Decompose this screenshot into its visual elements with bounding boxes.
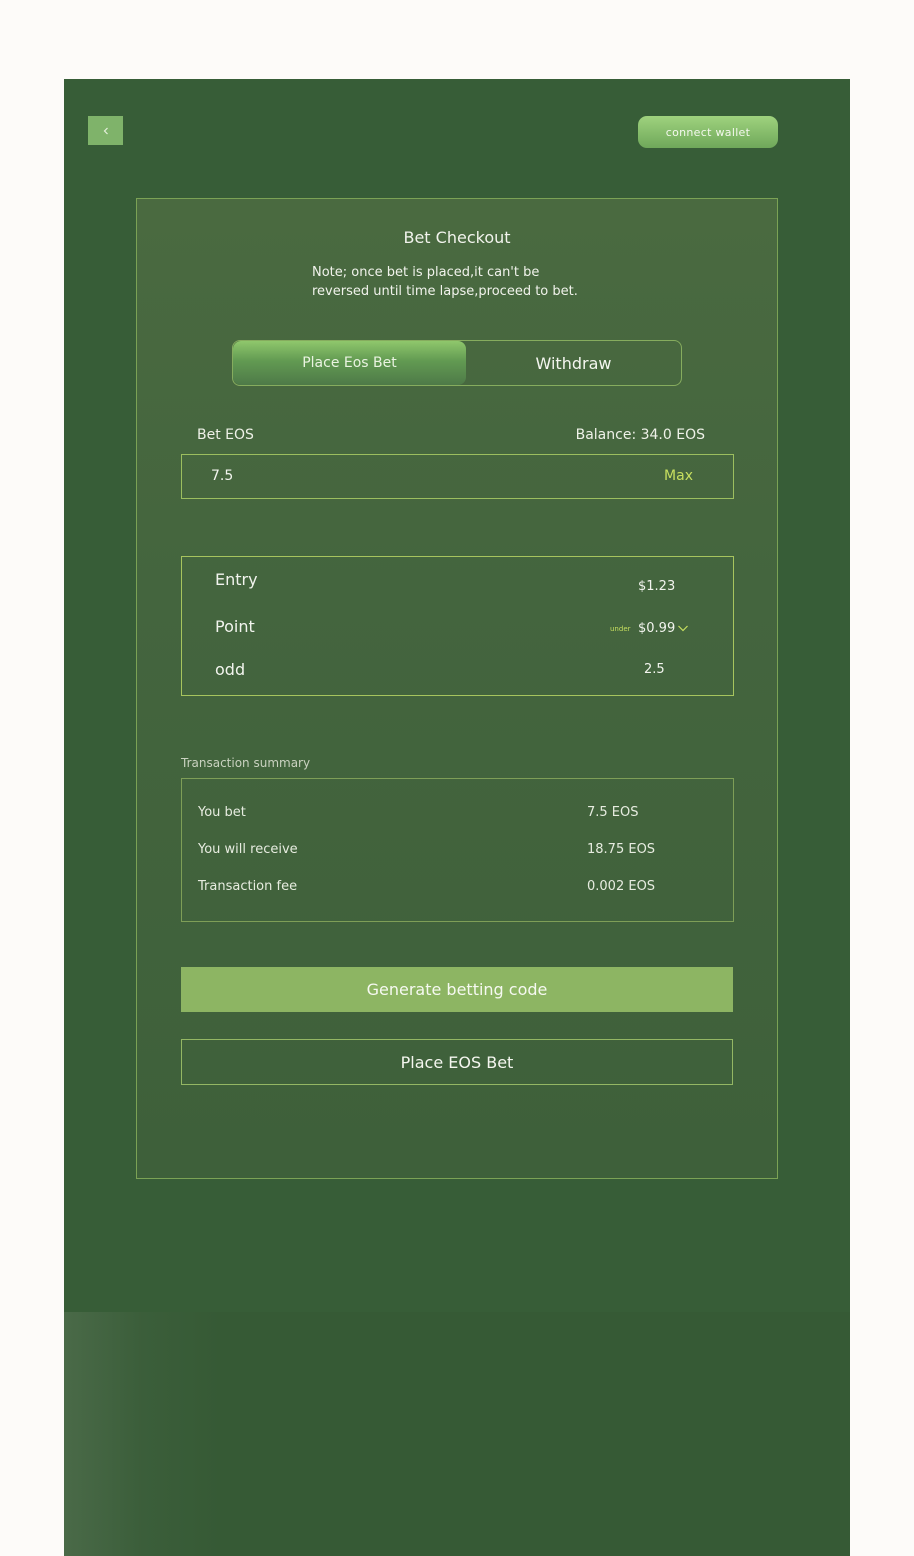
app-frame: connect wallet Bet Checkout Note; once b…: [64, 79, 850, 1556]
chevron-down-icon[interactable]: [677, 623, 689, 633]
transaction-summary-box: You bet 7.5 EOS You will receive 18.75 E…: [181, 778, 734, 922]
note-line-1: Note; once bet is placed,it can't be: [312, 265, 540, 280]
summary-row: Transaction fee 0.002 EOS: [198, 879, 718, 894]
bet-amount-value: 7.5: [211, 468, 234, 484]
entry-label: Entry: [215, 570, 258, 589]
summary-row-label: You will receive: [198, 842, 298, 857]
lower-panel: [64, 1312, 850, 1556]
bet-mode-toggle: Place Eos Bet Withdraw: [232, 340, 682, 386]
summary-title: Transaction summary: [181, 756, 311, 770]
summary-row-label: You bet: [198, 805, 246, 820]
balance-label: Balance: 34.0 EOS: [575, 427, 705, 443]
generate-betting-code-button[interactable]: Generate betting code: [181, 967, 733, 1012]
bet-eos-label: Bet EOS: [197, 427, 254, 443]
checkout-note: Note; once bet is placed,it can't be rev…: [312, 263, 632, 301]
bet-amount-input[interactable]: 7.5 Max: [181, 454, 734, 499]
summary-row: You bet 7.5 EOS: [198, 805, 718, 820]
chevron-left-icon: [103, 127, 108, 134]
tab-withdraw[interactable]: Withdraw: [466, 341, 681, 385]
summary-row-label: Transaction fee: [198, 879, 298, 894]
bet-checkout-card: Bet Checkout Note; once bet is placed,it…: [136, 198, 778, 1179]
back-button[interactable]: [88, 116, 123, 145]
point-value: $0.99: [638, 621, 676, 636]
entry-value: $1.23: [638, 579, 676, 594]
odd-label: odd: [215, 660, 246, 679]
place-eos-bet-button[interactable]: Place EOS Bet: [181, 1039, 733, 1085]
summary-row-value: 18.75 EOS: [587, 842, 656, 857]
summary-row-value: 0.002 EOS: [587, 879, 656, 894]
bet-details-box: Entry $1.23 Point under $0.99 odd 2.5: [181, 556, 734, 696]
tab-place-eos-bet[interactable]: Place Eos Bet: [233, 341, 466, 385]
connect-wallet-button[interactable]: connect wallet: [638, 116, 778, 148]
summary-row-value: 7.5 EOS: [587, 805, 639, 820]
point-qualifier: under: [610, 625, 631, 633]
page-title: Bet Checkout: [403, 228, 511, 247]
bet-label-row: Bet EOS Balance: 34.0 EOS: [197, 427, 705, 443]
max-button[interactable]: Max: [664, 468, 693, 484]
odd-value: 2.5: [644, 662, 665, 677]
note-line-2: reversed until time lapse,proceed to bet…: [312, 284, 578, 299]
summary-row: You will receive 18.75 EOS: [198, 842, 718, 857]
point-label: Point: [215, 617, 255, 636]
